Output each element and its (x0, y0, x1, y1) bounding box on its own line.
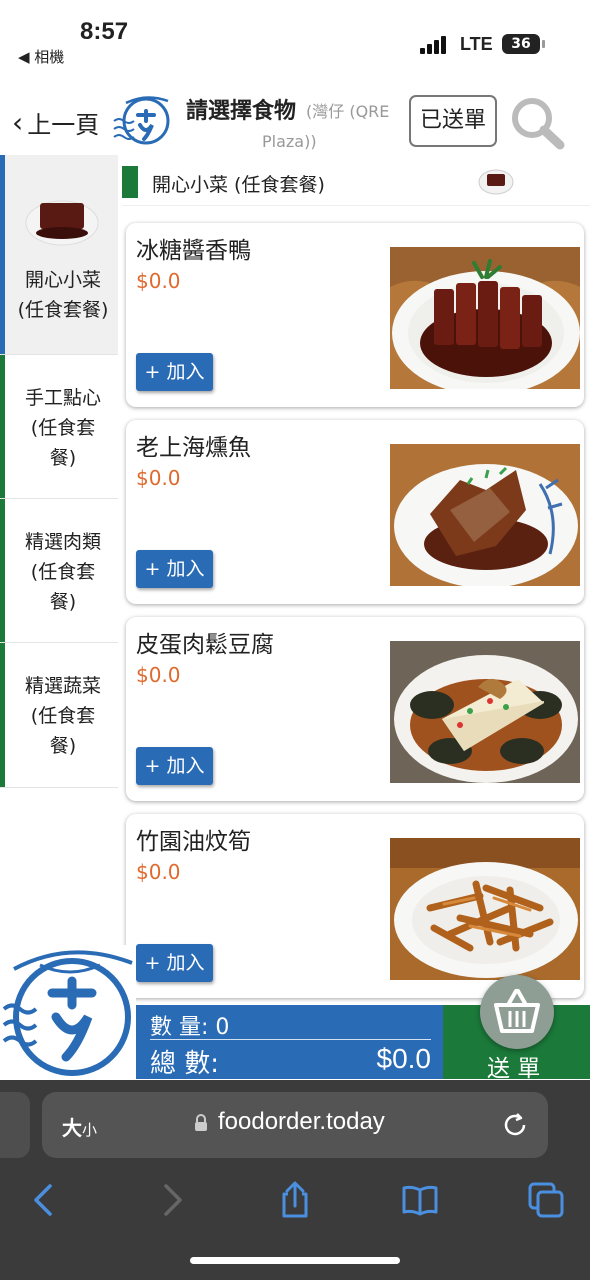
smoked-fish-photo (390, 444, 580, 586)
add-to-order-button[interactable]: + 加入 (136, 944, 213, 982)
back-label: 上一頁 (27, 111, 100, 139)
restaurant-logo-icon (113, 96, 170, 145)
dish-name: 皮蛋肉鬆豆腐 (136, 632, 274, 658)
text-size-button[interactable]: 大小 (62, 1112, 97, 1141)
network-type: LTE (460, 34, 493, 54)
reload-icon[interactable] (500, 1110, 530, 1140)
category-sidebar: 開心小菜 (任食套餐) 手工點心 (任食套 餐) 精選肉類 (任食套 餐) 精選蔬菜 (任食… (0, 155, 118, 945)
home-indicator (190, 1257, 400, 1264)
sidebar-item-label: 手工點心 (任食套 餐) (24, 387, 101, 469)
quantity-readout: 數 量: 0 (150, 1015, 230, 1040)
category-indicator (0, 499, 5, 642)
branch-name-line2: Plaza)) (262, 132, 317, 151)
sent-orders-button[interactable]: 已送單 (409, 95, 497, 147)
lock-icon (195, 1114, 207, 1131)
sidebar-item-selected-vegetables[interactable]: 精選蔬菜 (任食套 餐) (0, 643, 118, 788)
page-title: 請選擇食物 (186, 99, 297, 124)
menu-item-card: 冰糖醬香鴨 $0.0 + 加入 (126, 223, 584, 407)
restaurant-logo (0, 945, 136, 1079)
order-summary: 數 量: 0 總 數: $0.0 (136, 1005, 443, 1079)
category-indicator (0, 155, 5, 354)
dish-name: 老上海燻魚 (136, 435, 251, 461)
app-header: ‹ 上一頁 請選擇食物 (灣仔 (QRE Plaza)) 已送單 (0, 85, 590, 155)
menu-item-card: 竹園油炆筍 $0.0 + 加入 (126, 814, 584, 998)
back-button[interactable]: ‹ 上一頁 (12, 105, 99, 140)
dish-name: 竹園油炆筍 (136, 829, 251, 855)
sidebar-item-happy-appetizers[interactable]: 開心小菜 (任食套餐) (0, 155, 118, 355)
sidebar-item-label: 精選肉類 (任食套 餐) (24, 531, 101, 613)
share-icon[interactable] (275, 1180, 315, 1220)
menu-item-card: 老上海燻魚 $0.0 + 加入 (126, 420, 584, 604)
previous-tab-preview[interactable] (0, 1092, 30, 1158)
browser-toolbar: 大小 foodorder.today (0, 1080, 590, 1280)
dish-price: $0.0 (136, 466, 181, 490)
total-label: 總 數: (150, 1049, 220, 1079)
section-header: 開心小菜 (任食套餐) (122, 160, 590, 206)
sidebar-item-label: 開心小菜 (任食套餐) (17, 269, 109, 321)
category-indicator (0, 355, 5, 498)
section-stripe (122, 166, 138, 198)
category-thumbnail-icon (25, 200, 99, 246)
divider (150, 1039, 431, 1040)
basket-icon (494, 989, 540, 1033)
dish-price: $0.0 (136, 663, 181, 687)
bookmarks-icon[interactable] (400, 1180, 440, 1220)
sidebar-item-handmade-dim-sum[interactable]: 手工點心 (任食套 餐) (0, 355, 118, 499)
cart-button[interactable] (480, 975, 554, 1049)
chevron-left-icon: ‹ (12, 105, 24, 139)
dish-name: 冰糖醬香鴨 (136, 238, 251, 264)
sidebar-item-selected-meats[interactable]: 精選肉類 (任食套 餐) (0, 499, 118, 643)
sidebar-item-label: 精選蔬菜 (任食套 餐) (24, 675, 101, 757)
category-indicator (0, 643, 5, 787)
dish-price: $0.0 (136, 269, 181, 293)
add-to-order-button[interactable]: + 加入 (136, 747, 213, 785)
battery-icon: 36 (502, 34, 545, 54)
browser-back-icon[interactable] (24, 1180, 64, 1220)
braised-duck-photo (390, 247, 580, 389)
century-egg-tofu-photo (390, 641, 580, 783)
branch-name-line1: (灣仔 (QRE (306, 102, 390, 121)
total-value: $0.0 (376, 1043, 432, 1074)
menu-item-card: 皮蛋肉鬆豆腐 $0.0 + 加入 (126, 617, 584, 801)
add-to-order-button[interactable]: + 加入 (136, 550, 213, 588)
dish-price: $0.0 (136, 860, 181, 884)
address-bar[interactable]: 大小 foodorder.today (42, 1092, 548, 1158)
tabs-icon[interactable] (526, 1180, 566, 1220)
search-icon[interactable] (508, 95, 566, 151)
back-to-app-link[interactable]: ◀ 相機 (18, 46, 64, 67)
section-title: 開心小菜 (任食套餐) (152, 174, 325, 196)
browser-forward-icon[interactable] (152, 1180, 192, 1220)
status-bar: 8:57 ◀ 相機 LTE 36 (0, 0, 590, 80)
restaurant-logo-icon (2, 950, 133, 1076)
add-to-order-button[interactable]: + 加入 (136, 353, 213, 391)
braised-bamboo-shoots-photo (390, 838, 580, 980)
section-thumbnail-icon (478, 169, 514, 195)
signal-icon (420, 34, 450, 54)
url-text: foodorder.today (218, 1108, 385, 1135)
send-order-label: 送 單 (487, 1056, 541, 1082)
clock: 8:57 (80, 18, 129, 45)
quantity-value: 0 (215, 1015, 230, 1040)
